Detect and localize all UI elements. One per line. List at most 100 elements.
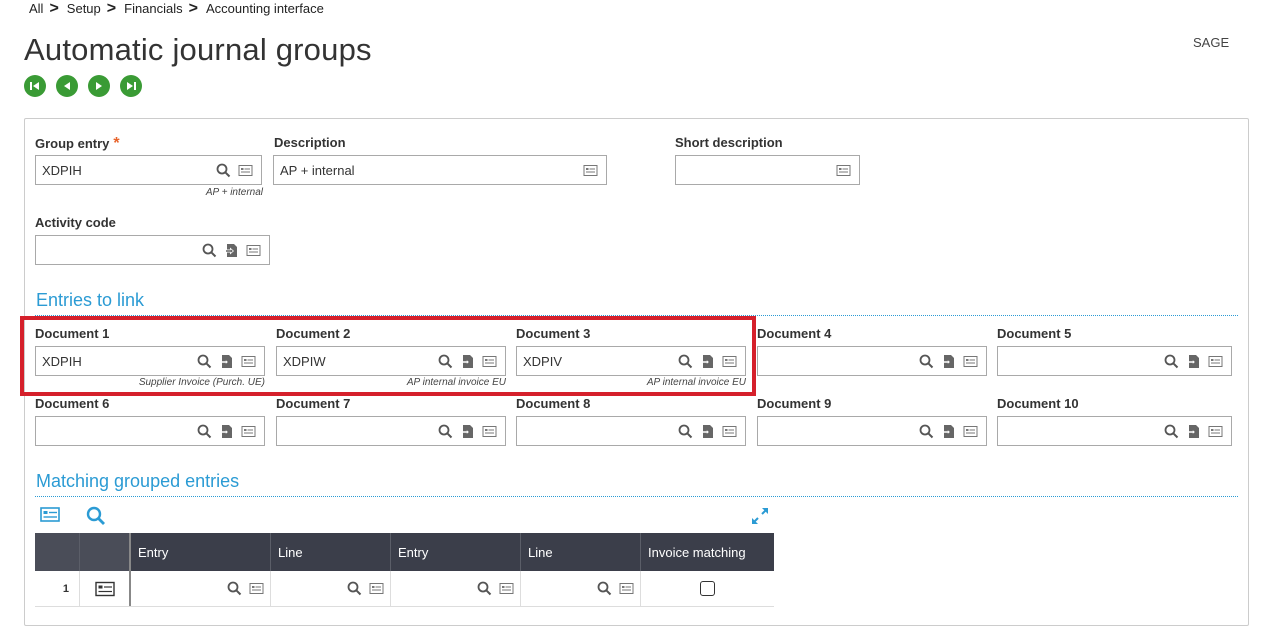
- entries-to-link-title: Entries to link: [36, 290, 145, 310]
- search-icon[interactable]: [477, 581, 492, 596]
- short-description-field[interactable]: [675, 155, 860, 185]
- search-icon[interactable]: [919, 424, 934, 439]
- row-number-header: [35, 533, 80, 571]
- search-icon[interactable]: [202, 243, 217, 258]
- document-6-field[interactable]: [35, 416, 265, 446]
- search-icon[interactable]: [216, 163, 231, 178]
- detail-icon[interactable]: [619, 581, 634, 596]
- group-entry-hint: AP + internal: [205, 187, 263, 198]
- document-8-label: Document 8: [516, 396, 591, 411]
- search-icon[interactable]: [597, 581, 612, 596]
- highlight-box: [20, 316, 756, 396]
- goto-icon[interactable]: [1186, 354, 1201, 369]
- breadcrumb-item-accounting-interface[interactable]: Accounting interface: [206, 1, 324, 17]
- first-record-button[interactable]: [24, 75, 46, 97]
- activity-code-field[interactable]: [35, 235, 270, 265]
- detail-icon[interactable]: [963, 354, 978, 369]
- row-action-header: [80, 533, 131, 571]
- activity-code-label: Activity code: [35, 215, 116, 230]
- table-row: 1: [35, 571, 774, 607]
- document-4-label: Document 4: [757, 326, 832, 341]
- user-label[interactable]: SAGE: [1193, 35, 1229, 50]
- previous-record-button[interactable]: [56, 75, 78, 97]
- invoice-matching-checkbox[interactable]: [700, 581, 715, 596]
- detail-icon[interactable]: [249, 581, 264, 596]
- detail-icon[interactable]: [836, 163, 851, 178]
- goto-icon[interactable]: [460, 424, 475, 439]
- breadcrumb-item-financials[interactable]: Financials: [124, 1, 183, 17]
- search-icon[interactable]: [919, 354, 934, 369]
- goto-icon[interactable]: [941, 354, 956, 369]
- group-entry-label: Group entry *: [35, 135, 120, 152]
- breadcrumb: All > Setup > Financials > Accounting inter…: [29, 1, 330, 17]
- section-divider: [35, 496, 1238, 497]
- column-header[interactable]: Entry: [131, 533, 271, 571]
- detail-icon[interactable]: [1208, 354, 1223, 369]
- line-cell[interactable]: [271, 571, 391, 606]
- detail-icon[interactable]: [499, 581, 514, 596]
- document-7-label: Document 7: [276, 396, 351, 411]
- document-9-label: Document 9: [757, 396, 832, 411]
- grid-search-icon[interactable]: [86, 506, 106, 531]
- search-icon[interactable]: [197, 424, 212, 439]
- search-icon[interactable]: [1164, 424, 1179, 439]
- line-cell[interactable]: [521, 571, 641, 606]
- description-label: Description: [274, 135, 346, 150]
- detail-icon[interactable]: [963, 424, 978, 439]
- required-marker: *: [113, 135, 120, 152]
- column-header[interactable]: Line: [271, 533, 391, 571]
- document-6-label: Document 6: [35, 396, 110, 411]
- document-8-field[interactable]: [516, 416, 746, 446]
- grid-header: Entry Line Entry Line Invoice matching: [35, 533, 774, 571]
- detail-icon[interactable]: [722, 424, 737, 439]
- breadcrumb-item-all[interactable]: All: [29, 1, 43, 17]
- chevron-right-icon: >: [188, 0, 198, 17]
- next-record-button[interactable]: [88, 75, 110, 97]
- goto-icon[interactable]: [700, 424, 715, 439]
- goto-icon[interactable]: [941, 424, 956, 439]
- last-record-button[interactable]: [120, 75, 142, 97]
- chevron-right-icon: >: [106, 0, 117, 17]
- search-icon[interactable]: [347, 581, 362, 596]
- document-4-field[interactable]: [757, 346, 987, 376]
- goto-icon[interactable]: [219, 424, 234, 439]
- document-5-label: Document 5: [997, 326, 1072, 341]
- matching-grouped-entries-title: Matching grouped entries: [36, 471, 240, 491]
- row-number: 1: [35, 571, 80, 606]
- breadcrumb-item-setup[interactable]: Setup: [67, 1, 101, 17]
- detail-icon[interactable]: [238, 163, 253, 178]
- detail-icon[interactable]: [369, 581, 384, 596]
- grid-detail-icon[interactable]: [40, 506, 60, 529]
- detail-icon[interactable]: [1208, 424, 1223, 439]
- search-icon[interactable]: [227, 581, 242, 596]
- column-header[interactable]: Entry: [391, 533, 521, 571]
- goto-icon[interactable]: [1186, 424, 1201, 439]
- entry-cell[interactable]: [131, 571, 271, 606]
- record-navigation: [24, 75, 142, 97]
- short-description-label: Short description: [675, 135, 783, 150]
- expand-icon[interactable]: [750, 506, 770, 531]
- invoice-matching-cell: [641, 571, 774, 606]
- document-10-label: Document 10: [997, 396, 1079, 411]
- column-header[interactable]: Invoice matching: [641, 533, 774, 571]
- description-field[interactable]: AP + internal: [273, 155, 607, 185]
- detail-icon[interactable]: [482, 424, 497, 439]
- document-10-field[interactable]: [997, 416, 1232, 446]
- detail-icon[interactable]: [241, 424, 256, 439]
- group-entry-field[interactable]: XDPIH: [35, 155, 262, 185]
- search-icon[interactable]: [438, 424, 453, 439]
- entry-cell[interactable]: [391, 571, 521, 606]
- goto-icon[interactable]: [224, 243, 239, 258]
- search-icon[interactable]: [678, 424, 693, 439]
- document-9-field[interactable]: [757, 416, 987, 446]
- document-5-field[interactable]: [997, 346, 1232, 376]
- chevron-right-icon: >: [49, 0, 59, 17]
- detail-icon[interactable]: [246, 243, 261, 258]
- detail-icon[interactable]: [583, 163, 598, 178]
- row-detail-icon[interactable]: [80, 571, 131, 606]
- search-icon[interactable]: [1164, 354, 1179, 369]
- page-title: Automatic journal groups: [24, 32, 372, 67]
- matching-grid: Entry Line Entry Line Invoice matching 1: [35, 533, 774, 607]
- document-7-field[interactable]: [276, 416, 506, 446]
- column-header[interactable]: Line: [521, 533, 641, 571]
